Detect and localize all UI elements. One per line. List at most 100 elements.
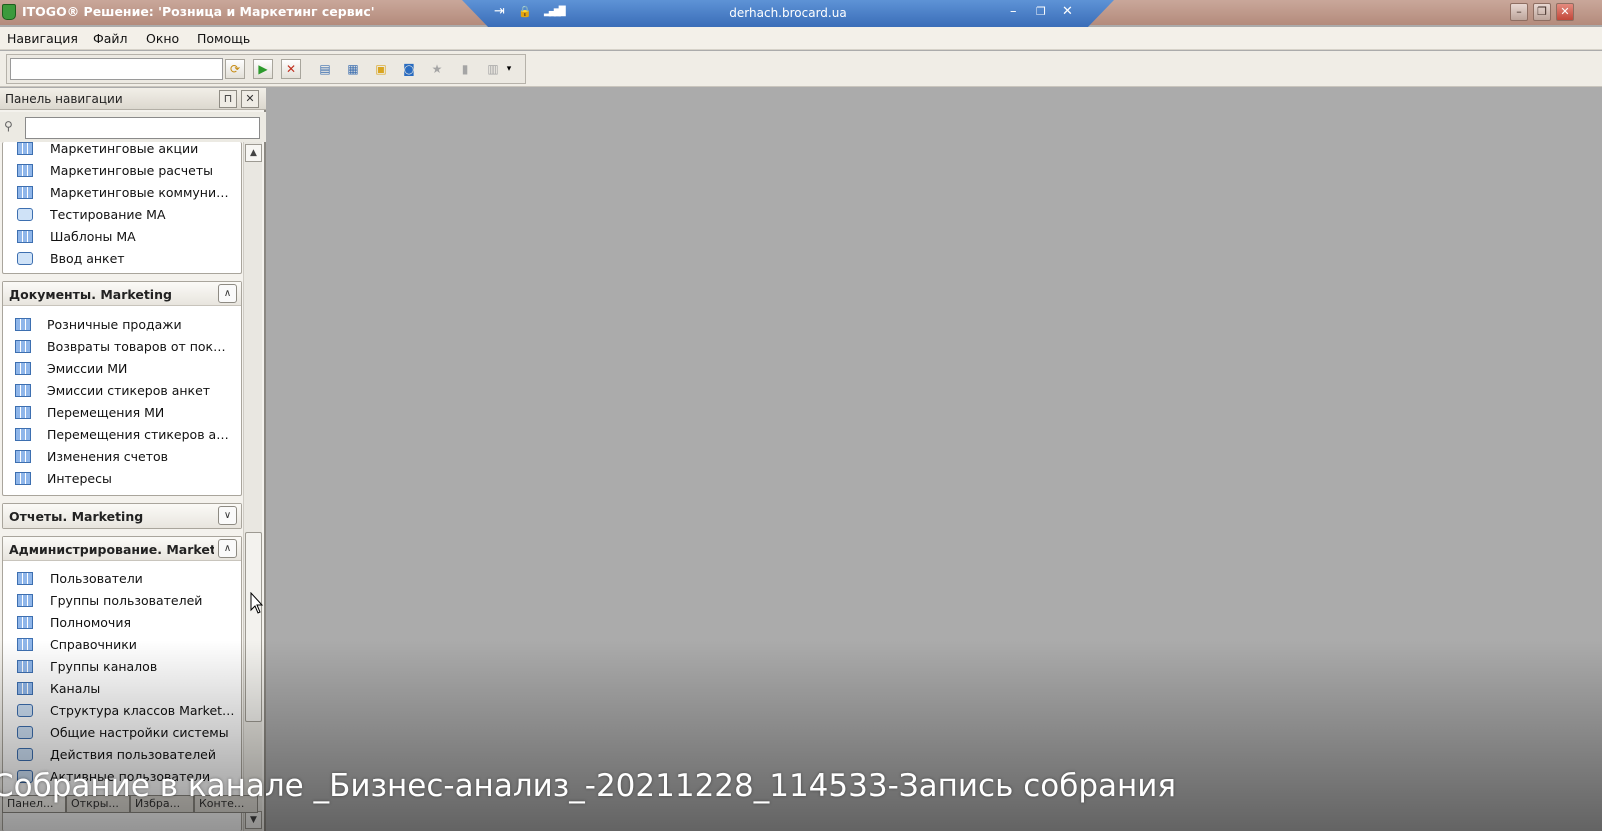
form-icon [17,726,33,739]
list-item[interactable]: Структура классов Marketing [3,700,241,722]
close-panel-button[interactable]: ✕ [241,90,259,108]
navigation-panel: Панель навигации ⊓ ✕ ⚲ Маркетинговые акц… [0,88,266,831]
group-title: Документы. Marketing [9,287,172,302]
collapse-toggle-icon[interactable]: ∧ [218,539,237,558]
star-icon: ★ [431,62,443,76]
navigation-panel-header: Панель навигации ⊓ ✕ [0,88,266,110]
item-label: Маркетинговые расчеты [50,163,214,178]
minimize-button[interactable]: – [1510,3,1528,21]
menu-file[interactable]: Файл [93,31,128,46]
open-icon[interactable]: ⟳ [225,59,245,79]
item-label: Маркетинговые акции [50,141,199,156]
recording-caption: Собрание в канале _Бизнес-анализ_-202112… [0,768,1177,804]
form-icon [17,208,33,221]
remote-close-button[interactable]: ✕ [1062,4,1073,20]
item-label: Возвраты товаров от покуп... [47,339,232,354]
toolbar: ⟳ ▶ ✕ ▤ ▦ ▣ ◙ ★ ▮ ▥ ▾ [0,51,1602,87]
panel-icon[interactable]: ▤ [315,59,335,79]
grid-icon[interactable]: ▦ [343,59,363,79]
item-label: Группы пользователей [50,593,203,608]
list-item[interactable]: Пользователи [3,568,241,590]
maximize-button[interactable]: ❐ [1533,3,1551,21]
form-icon [17,252,33,265]
toolbar-dropdown-button[interactable]: ▾ [503,59,515,79]
list-item[interactable]: Маркетинговые расчеты [3,160,241,182]
group-header[interactable]: Администрирование. Marketing ∧ [3,537,241,561]
table-icon [15,318,31,331]
navigation-search-input[interactable] [25,117,260,139]
list-item[interactable]: Тестирование МА [3,204,241,226]
form-icon [17,748,33,761]
list-item[interactable]: Маркетинговые коммуника... [3,182,241,204]
table-icon [15,384,31,397]
command-input[interactable] [10,58,223,80]
table-icon [17,616,33,629]
navigation-panel-title: Панель навигации [5,92,123,106]
item-label: Изменения счетов [47,449,169,464]
group-header[interactable]: Документы. Marketing ∧ [3,282,241,306]
list-item[interactable]: Маркетинговые акции [3,138,241,160]
remote-minimize-button[interactable]: – [1010,4,1017,20]
cancel-icon[interactable]: ✕ [281,59,301,79]
close-button[interactable]: ✕ [1556,3,1574,21]
list-item[interactable]: Эмиссии МИ [3,358,241,380]
item-label: Пользователи [50,571,143,586]
list-item[interactable]: Ввод анкет [3,248,241,270]
scroll-down-icon[interactable]: ▼ [245,811,262,829]
folder-icon[interactable]: ▣ [371,59,391,79]
list-item[interactable]: Интересы [3,468,241,490]
table-icon [17,186,33,199]
list-item[interactable]: Группы пользователей [3,590,241,612]
item-label: Интересы [47,471,112,486]
list-item[interactable]: Эмиссии стикеров анкет [3,380,241,402]
list-item[interactable]: Изменения счетов [3,446,241,468]
item-label: Общие настройки системы [50,725,229,740]
group-title: Отчеты. Marketing [9,509,144,524]
remote-connection-bar: ⇥ 🔒 ▂▄▆█ derhach.brocard.ua – ❐ ✕ [462,0,1114,27]
collapse-toggle-icon[interactable]: ∧ [218,284,237,303]
remote-restore-button[interactable]: ❐ [1036,4,1046,20]
group-header[interactable]: Отчеты. Marketing ∨ [3,504,241,528]
info-icon[interactable]: ◙ [399,59,419,79]
run-icon[interactable]: ▶ [253,59,273,79]
navigation-scrollbar[interactable]: ▲ ▼ [243,142,262,831]
list-item[interactable]: Справочники [3,634,241,656]
table-icon [15,340,31,353]
list-item[interactable]: Полномочия [3,612,241,634]
list-item[interactable]: Перемещения МИ [3,402,241,424]
menu-navigation[interactable]: Навигация [7,31,78,46]
form-icon [17,704,33,717]
list-item[interactable]: Каналы [3,678,241,700]
scroll-up-icon[interactable]: ▲ [245,144,262,162]
group-documents: Документы. Marketing ∧ Розничные продажи… [2,281,242,496]
item-label: Шаблоны МА [50,229,136,244]
item-label: Перемещения стикеров анкет [47,427,232,442]
scroll-thumb[interactable] [245,532,262,722]
item-label: Розничные продажи [47,317,182,332]
list-item[interactable]: Возвраты товаров от покуп... [3,336,241,358]
pin-panel-button[interactable]: ⊓ [219,90,237,108]
table-icon [15,428,31,441]
table-icon [17,594,33,607]
mouse-cursor-icon [250,592,264,614]
list-item[interactable]: Действия пользователей [3,744,241,766]
list-item[interactable]: Группы каналов [3,656,241,678]
list-item[interactable]: Перемещения стикеров анкет [3,424,241,446]
item-label: Маркетинговые коммуника... [50,185,235,200]
item-label: Перемещения МИ [47,405,165,420]
expand-toggle-icon[interactable]: ∨ [218,506,237,525]
menu-help[interactable]: Помощь [197,31,250,46]
group-title: Администрирование. Marketing [9,542,214,557]
item-label: Каналы [50,681,101,696]
menu-window[interactable]: Окно [146,31,179,46]
item-label: Тестирование МА [50,207,166,222]
list-item[interactable]: Общие настройки системы [3,722,241,744]
item-label: Ввод анкет [50,251,125,266]
workspace-area [266,88,1602,831]
list-item[interactable]: Розничные продажи [3,314,241,336]
list-item[interactable]: Шаблоны МА [3,226,241,248]
item-label: Справочники [50,637,137,652]
item-label: Эмиссии МИ [47,361,128,376]
group-reports: Отчеты. Marketing ∨ [2,503,242,529]
table-icon [15,362,31,375]
